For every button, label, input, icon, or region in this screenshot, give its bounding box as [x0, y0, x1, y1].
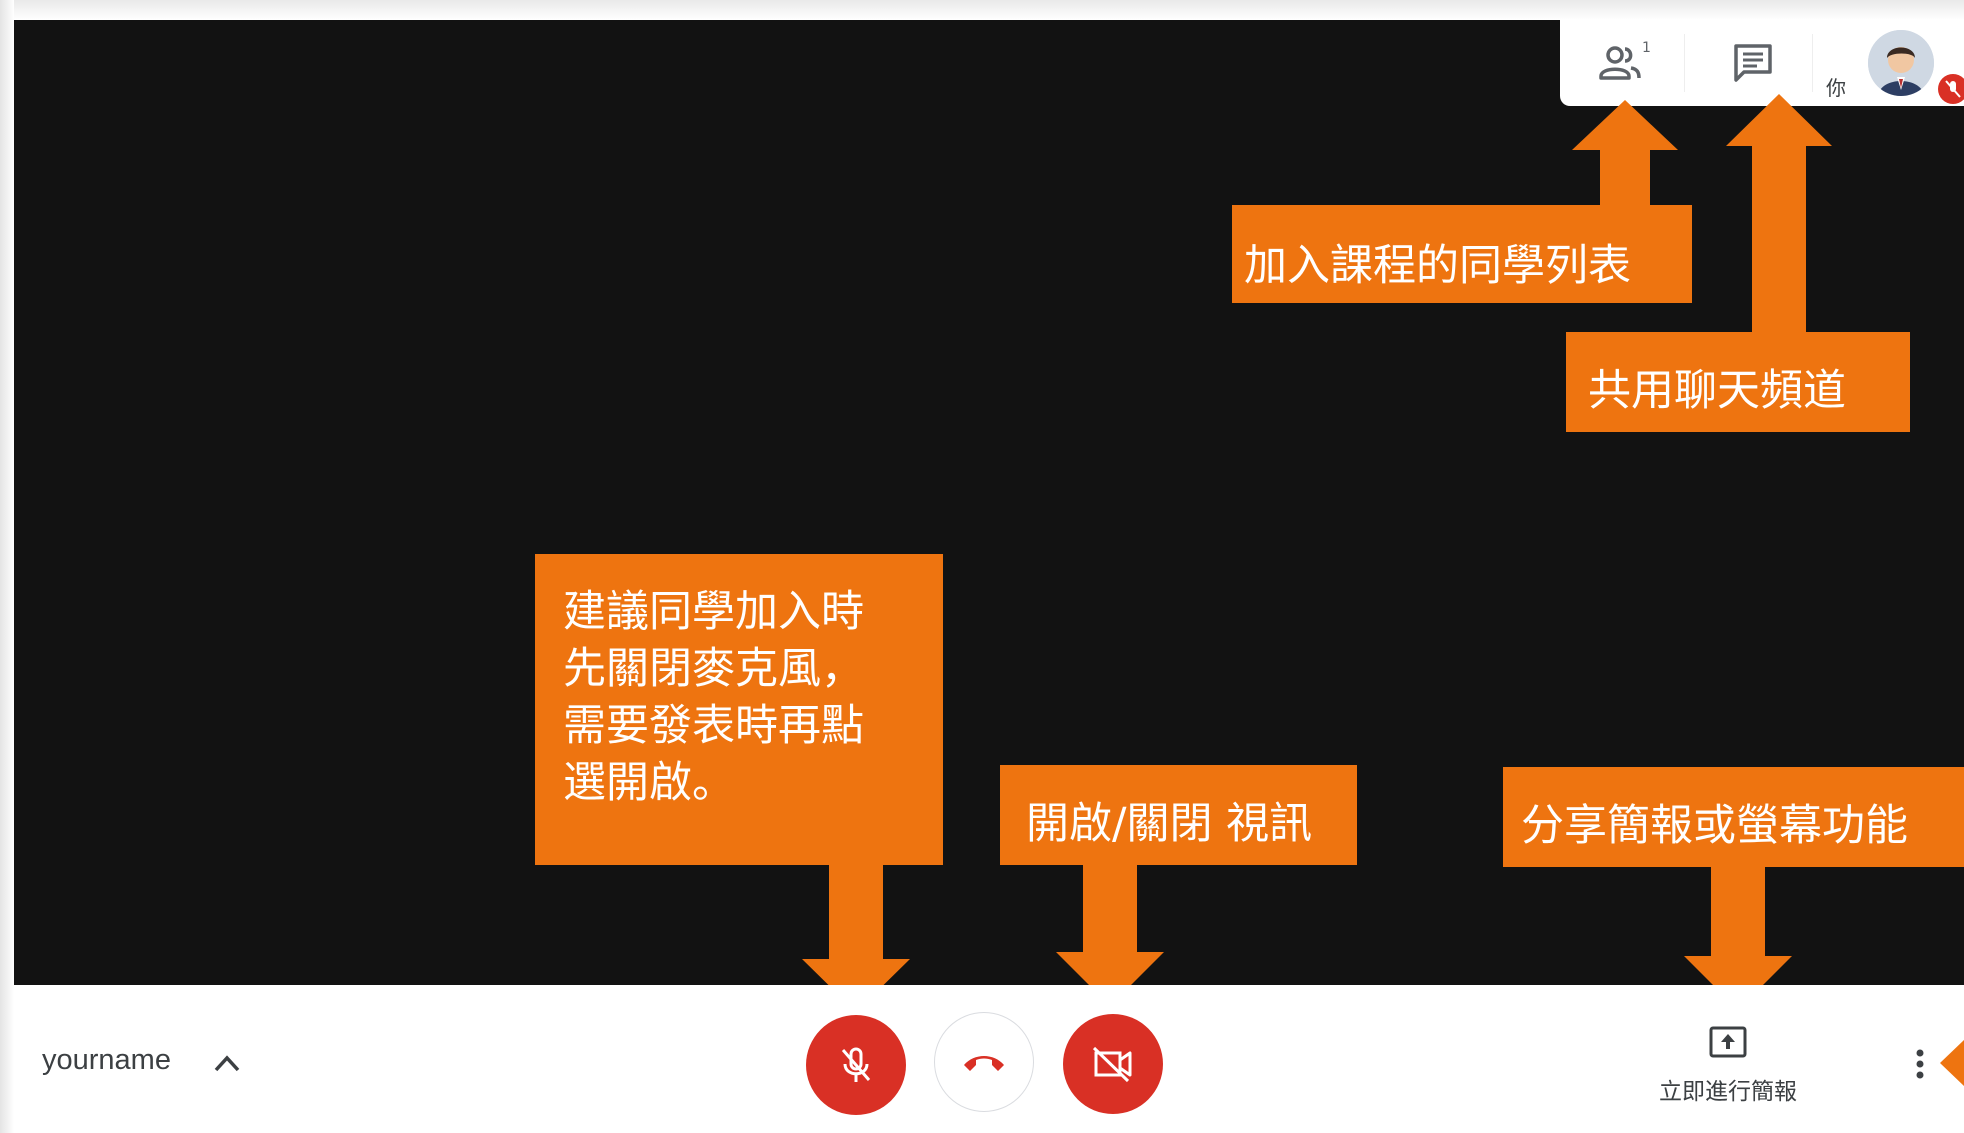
- window-shadow-top: [0, 0, 1964, 20]
- chat-icon: [1734, 44, 1772, 82]
- avatar-mic-muted-badge: [1938, 74, 1964, 104]
- more-options-button[interactable]: [1900, 1040, 1940, 1090]
- meeting-name-label: yourname: [42, 1044, 171, 1076]
- callout-people-list-text: 加入課程的同學列表: [1244, 241, 1631, 291]
- callout-mic-line: 建議同學加入時: [563, 587, 864, 637]
- mic-toggle-button[interactable]: [806, 1015, 906, 1115]
- present-screen-icon: [1709, 1026, 1747, 1058]
- callout-mic-line: 選開啟。: [563, 758, 735, 808]
- phone-hangup-icon: [964, 1056, 1004, 1071]
- callout-present: 分享簡報或螢幕功能: [1503, 767, 1964, 867]
- avatar[interactable]: [1868, 30, 1934, 96]
- callout-mic: 建議同學加入時 先關閉麥克風， 需要發表時再點 選開啟。: [535, 554, 943, 865]
- present-now-label: 立即進行簡報: [1659, 1079, 1797, 1105]
- callout-people-list: 加入課程的同學列表: [1232, 205, 1692, 303]
- callout-mic-line: 先關閉麥克風，: [563, 644, 864, 694]
- callout-camera-text: 開啟/關閉 視訊: [1026, 799, 1313, 849]
- callout-chat: 共用聊天頻道: [1566, 332, 1910, 432]
- user-avatar-icon: [1868, 30, 1934, 96]
- hang-up-button[interactable]: [934, 1012, 1034, 1112]
- chevron-up-icon[interactable]: [212, 1050, 242, 1076]
- callout-present-text: 分享簡報或螢幕功能: [1521, 801, 1908, 851]
- participant-count: 1: [1642, 40, 1651, 56]
- callout-chat-text: 共用聊天頻道: [1588, 366, 1846, 416]
- mic-off-icon: [1945, 80, 1961, 98]
- divider: [1812, 34, 1813, 92]
- more-vert-icon: [1916, 1049, 1924, 1079]
- callout-camera: 開啟/關閉 視訊: [1000, 765, 1357, 865]
- arrow-up-to-chat: [1726, 94, 1832, 334]
- present-now-button[interactable]: 立即進行簡報: [1640, 1020, 1816, 1126]
- videocam-off-icon: [1092, 1046, 1132, 1083]
- arrow-up-to-people: [1572, 100, 1678, 210]
- people-button[interactable]: 1: [1570, 20, 1680, 106]
- camera-toggle-button[interactable]: [1063, 1014, 1163, 1114]
- arrow-left-partial: [1940, 1040, 1964, 1086]
- mic-off-icon: [841, 1047, 871, 1082]
- divider: [1684, 34, 1685, 92]
- meet-window: 1 你 加入課程的同學列表 共用聊天頻道 建議同學加入時 先關閉麥克風， 需要發…: [0, 0, 1964, 1133]
- callout-mic-line: 需要發表時再點: [563, 701, 864, 751]
- window-shadow-left: [0, 0, 14, 1133]
